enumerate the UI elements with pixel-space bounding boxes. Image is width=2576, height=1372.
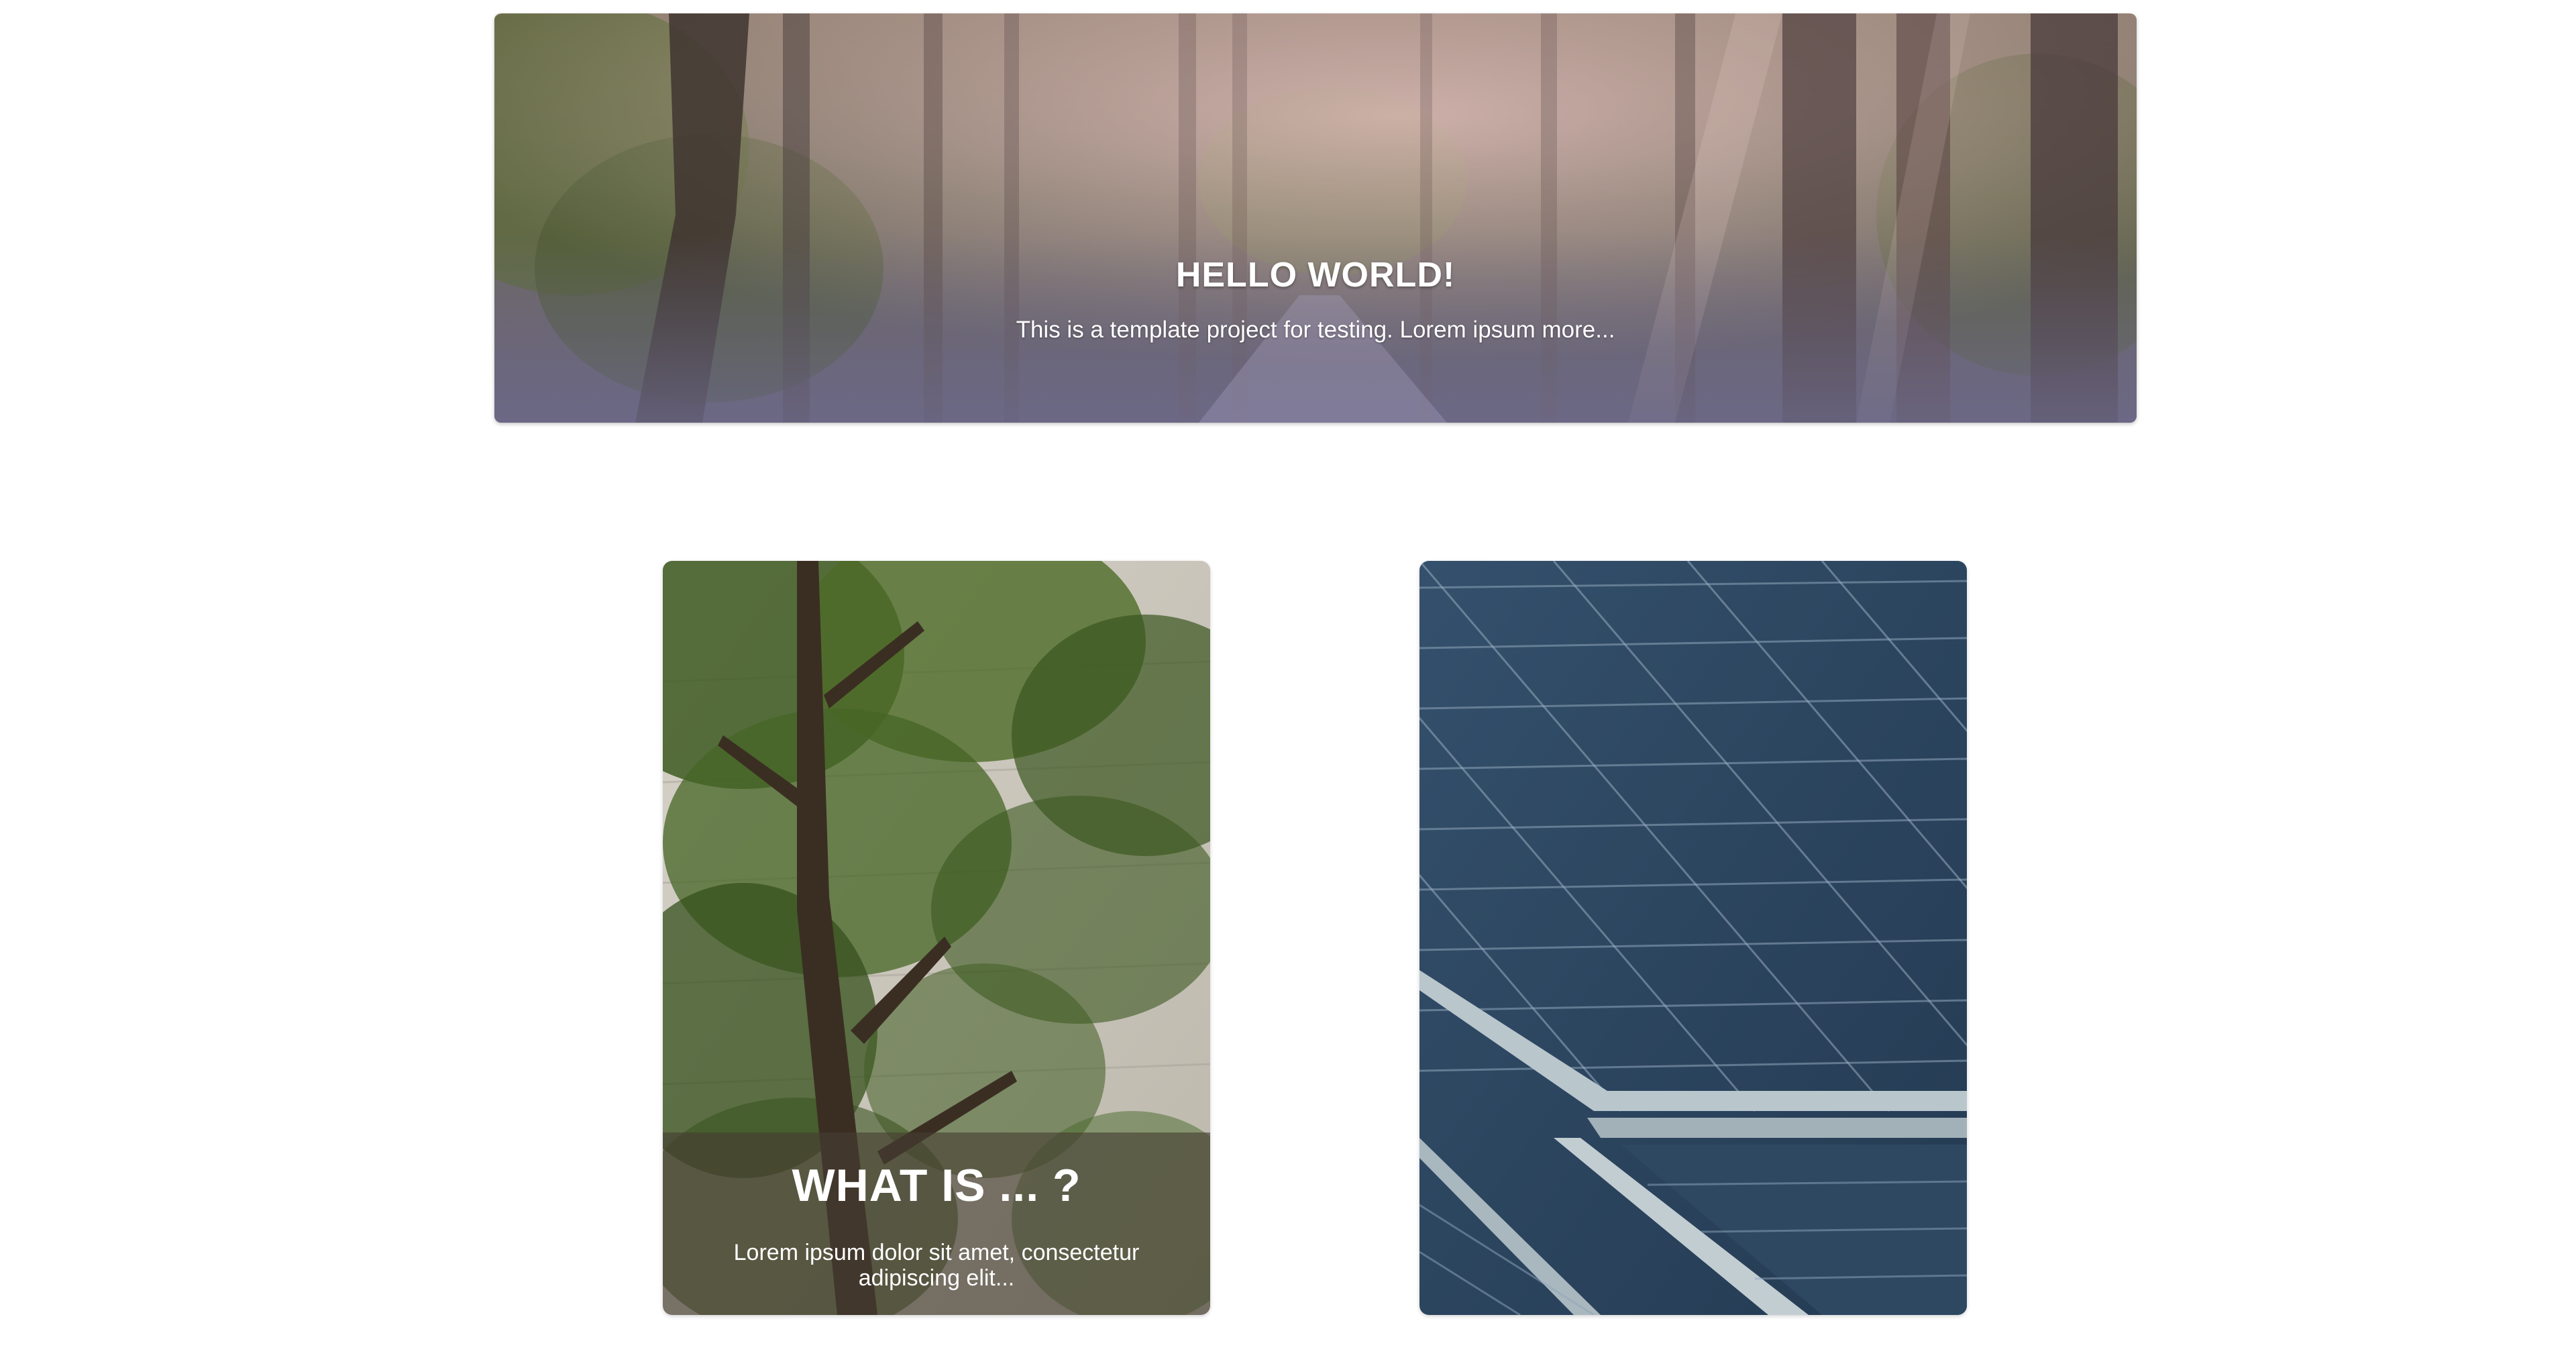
card-what-is[interactable]: WHAT IS ... ? Lorem ipsum dolor sit amet… xyxy=(663,561,1210,1315)
card-description: Lorem ipsum dolor sit amet, consectetur … xyxy=(733,1240,1140,1291)
forest-background-image xyxy=(494,13,2137,423)
card-title: WHAT IS ... ? xyxy=(792,1160,1081,1211)
hero-subtitle: This is a template project for testing. … xyxy=(1016,317,1615,343)
card-solar-panels[interactable] xyxy=(1419,561,1967,1315)
card-caption-overlay: WHAT IS ... ? Lorem ipsum dolor sit amet… xyxy=(663,1132,1210,1315)
hero-banner: HELLO WORLD! This is a template project … xyxy=(494,13,2137,423)
hero-title: HELLO WORLD! xyxy=(1175,256,1456,295)
solar-panel-background-image xyxy=(1419,561,1967,1315)
